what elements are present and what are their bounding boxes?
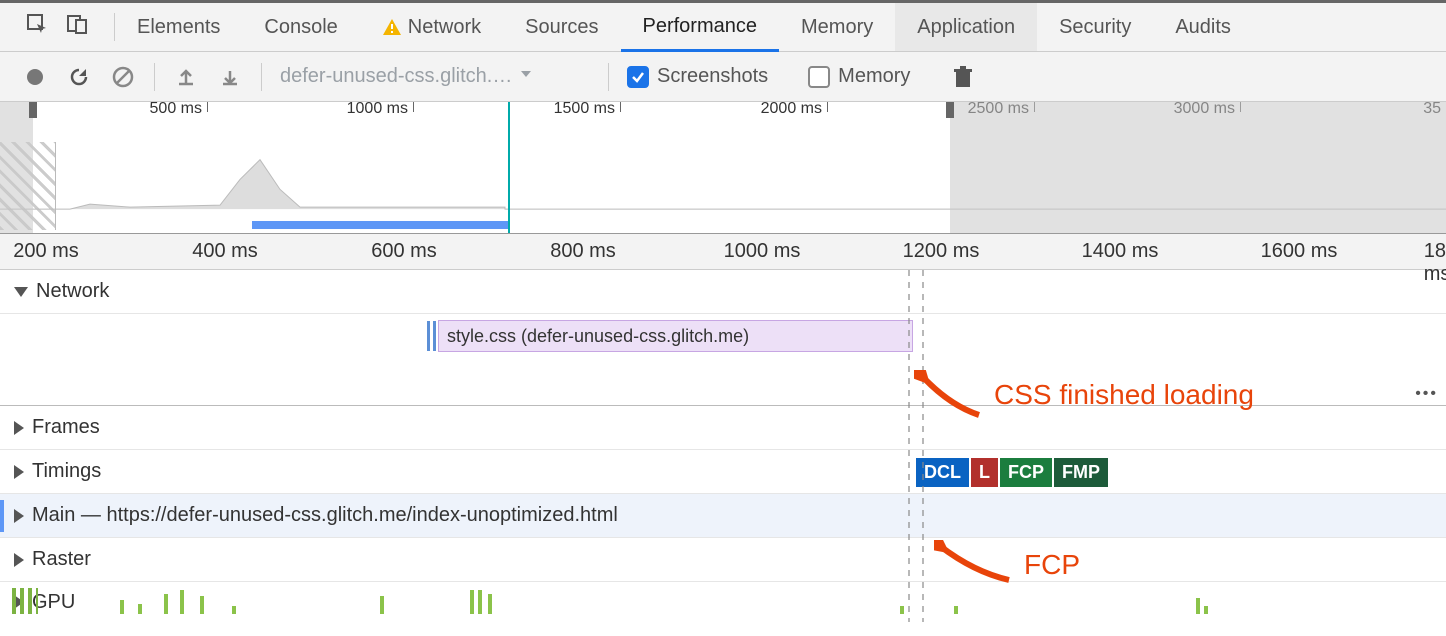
record-button[interactable] <box>22 64 48 90</box>
annotation-fcp-label: FCP <box>1024 549 1080 581</box>
track-header-main[interactable]: Main — https://defer-unused-css.glitch.m… <box>0 494 1446 538</box>
overview-tick: 500 ms <box>207 102 292 112</box>
performance-toolbar: defer-unused-css.glitch.… Screenshots Me… <box>0 52 1446 102</box>
annotation-css-finished-label: CSS finished loading <box>994 379 1254 411</box>
main-ruler-tick: 400 ms <box>192 240 258 263</box>
tab-audits[interactable]: Audits <box>1153 3 1253 51</box>
memory-label: Memory <box>838 65 910 88</box>
vertical-marker-2 <box>922 270 924 622</box>
load-profile-button[interactable] <box>173 64 199 90</box>
tab-performance[interactable]: Performance <box>621 4 780 52</box>
main-track-accent <box>0 500 4 532</box>
tab-security[interactable]: Security <box>1037 3 1153 51</box>
badge-load[interactable]: L <box>971 458 998 487</box>
tab-memory[interactable]: Memory <box>779 3 895 51</box>
badge-fmp[interactable]: FMP <box>1054 458 1108 487</box>
checkbox-checked-icon <box>627 66 649 88</box>
overview-handle-right[interactable] <box>946 102 954 118</box>
track-label-network: Network <box>36 280 109 303</box>
screenshots-label: Screenshots <box>657 65 768 88</box>
recording-selector[interactable]: defer-unused-css.glitch.… <box>280 65 590 88</box>
inspect-element-icon[interactable] <box>26 13 48 41</box>
tab-network[interactable]: Network <box>360 3 503 51</box>
network-request-label: style.css (defer-unused-css.glitch.me) <box>447 326 749 347</box>
warning-icon <box>382 17 402 37</box>
track-label-main: Main — https://defer-unused-css.glitch.m… <box>32 504 618 527</box>
track-label-timings: Timings <box>32 460 101 483</box>
track-label-raster: Raster <box>32 548 91 571</box>
tab-elements[interactable]: Elements <box>115 3 242 51</box>
main-ruler-tick: 600 ms <box>371 240 437 263</box>
expand-triangle-right-icon <box>14 509 24 523</box>
overview-teal-marker <box>508 102 510 233</box>
recording-selector-label: defer-unused-css.glitch.… <box>280 65 512 88</box>
reload-record-button[interactable] <box>66 64 92 90</box>
main-ruler-tick: 1000 ms <box>724 240 801 263</box>
gpu-activity-marks <box>30 590 1446 614</box>
overview-tick: 1500 ms <box>620 102 705 112</box>
devtools-icon-buttons <box>0 13 114 41</box>
ellipsis-icon: ••• <box>1415 385 1438 403</box>
track-header-network[interactable]: Network <box>0 270 1446 314</box>
network-request-bar[interactable]: style.css (defer-unused-css.glitch.me) <box>438 320 913 352</box>
overview-tick: 2000 ms <box>827 102 912 112</box>
tracks-area: Network style.css (defer-unused-css.glit… <box>0 270 1446 622</box>
overview-shade-right <box>950 102 1446 233</box>
main-ruler-tick: 1600 ms <box>1261 240 1338 263</box>
track-header-timings[interactable]: Timings DCL L FCP FMP <box>0 450 1446 494</box>
badge-fcp[interactable]: FCP <box>1000 458 1052 487</box>
tab-console[interactable]: Console <box>242 3 359 51</box>
overview-timeline[interactable]: 500 ms1000 ms1500 ms2000 ms2500 ms3000 m… <box>0 102 1446 234</box>
devtools-tab-bar: Elements Console Network Sources Perform… <box>0 0 1446 52</box>
chevron-down-icon <box>518 65 534 88</box>
save-profile-button[interactable] <box>217 64 243 90</box>
timing-badges: DCL L FCP FMP <box>916 458 1108 487</box>
expand-triangle-right-icon <box>14 553 24 567</box>
expand-triangle-down-icon <box>14 287 28 297</box>
main-ruler-tick: 1200 ms <box>903 240 980 263</box>
track-label-frames: Frames <box>32 416 100 439</box>
expand-triangle-right-icon <box>14 421 24 435</box>
device-toggle-icon[interactable] <box>66 13 88 41</box>
overview-shade-left <box>0 102 33 233</box>
main-ruler-tick: 200 ms <box>13 240 79 263</box>
main-ruler-tick: 1400 ms <box>1082 240 1159 263</box>
garbage-collect-button[interactable] <box>950 64 976 90</box>
tab-network-label: Network <box>408 16 481 39</box>
overview-tick: 1000 ms <box>413 102 498 112</box>
tab-sources[interactable]: Sources <box>503 3 620 51</box>
screenshots-toggle[interactable]: Screenshots <box>627 65 768 88</box>
track-header-raster[interactable]: Raster <box>0 538 1446 582</box>
main-ruler-tick: 800 ms <box>550 240 616 263</box>
overview-handle-left[interactable] <box>29 102 37 118</box>
expand-triangle-right-icon <box>14 465 24 479</box>
track-header-gpu[interactable]: GPU <box>0 582 1446 622</box>
annotation-css-finished: CSS finished loading <box>914 370 1254 420</box>
clear-button[interactable] <box>110 64 136 90</box>
tab-application[interactable]: Application <box>895 3 1037 51</box>
checkbox-unchecked-icon <box>808 66 830 88</box>
main-ruler[interactable]: 200 ms 400 ms 600 ms 800 ms 1000 ms 1200 ms 14… <box>0 234 1446 270</box>
memory-toggle[interactable]: Memory <box>808 65 910 88</box>
annotation-fcp: FCP <box>934 540 1080 590</box>
vertical-marker-1 <box>908 270 910 622</box>
overview-range-bar <box>252 221 508 229</box>
